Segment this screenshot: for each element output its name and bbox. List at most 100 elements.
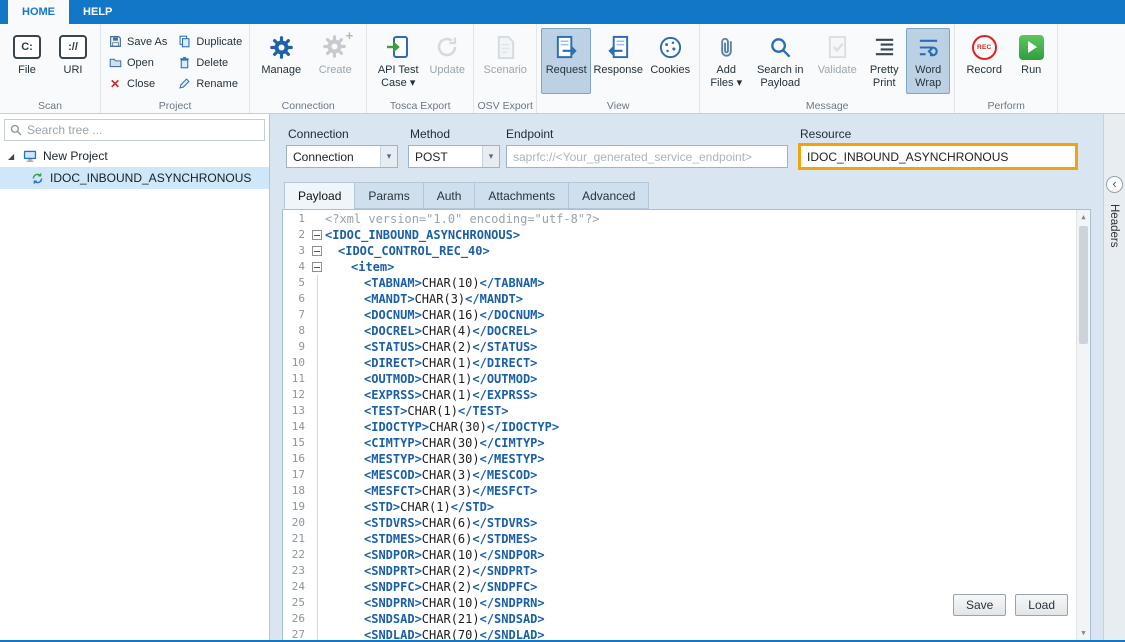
ribbon-group-project: Save As Open ✕ Close D xyxy=(101,24,250,113)
ribbon-tab-bar: HOME HELP xyxy=(0,0,1125,24)
scrollbar-thumb[interactable] xyxy=(1079,226,1088,344)
code-line: 3<IDOC_CONTROL_REC_40> xyxy=(283,243,1076,259)
code-line: 17<MESCOD>CHAR(3)</MESCOD> xyxy=(283,467,1076,483)
cookies-view-button[interactable]: Cookies xyxy=(645,28,695,94)
payload-actions: Save Load xyxy=(953,594,1068,616)
code-line: 11<OUTMOD>CHAR(1)</OUTMOD> xyxy=(283,371,1076,387)
tab-params[interactable]: Params xyxy=(354,182,423,209)
api-test-case-button[interactable]: API Test Case ▾ xyxy=(371,28,425,94)
headers-side-panel: ‹ Headers xyxy=(1103,114,1125,640)
tree-search-input[interactable] xyxy=(27,123,259,137)
line-number: 14 xyxy=(283,419,310,435)
drive-icon: C: xyxy=(13,32,41,62)
tab-auth[interactable]: Auth xyxy=(423,182,476,209)
scenario-document-icon xyxy=(493,32,518,62)
uri-icon: :// xyxy=(59,32,87,62)
uri-scan-button[interactable]: :// URI xyxy=(50,28,96,94)
line-number: 16 xyxy=(283,451,310,467)
method-select[interactable]: POST ▾ xyxy=(408,145,500,168)
record-button[interactable]: REC Record xyxy=(959,28,1009,94)
line-number: 8 xyxy=(283,323,310,339)
expand-headers-button[interactable]: ‹ xyxy=(1106,176,1123,193)
record-icon: REC xyxy=(972,32,997,62)
group-label-project: Project xyxy=(101,100,249,112)
pretty-print-icon xyxy=(872,32,897,62)
update-button[interactable]: Update xyxy=(425,28,469,94)
close-icon: ✕ xyxy=(108,77,122,91)
tab-attachments[interactable]: Attachments xyxy=(474,182,569,209)
ribbon-group-message: Add Files ▾ Search in Payload Validate P… xyxy=(700,24,955,113)
ribbon-group-connection: Manage + Create Connection xyxy=(250,24,367,113)
group-label-view: View xyxy=(537,100,699,112)
request-view-button[interactable]: Request xyxy=(541,28,591,94)
group-label-osv-export: OSV Export xyxy=(474,100,536,112)
resource-input[interactable] xyxy=(801,146,1075,167)
scroll-up-icon[interactable]: ▲ xyxy=(1077,210,1090,224)
open-button[interactable]: Open xyxy=(105,54,170,71)
api-export-icon xyxy=(385,32,411,62)
line-number: 11 xyxy=(283,371,310,387)
word-wrap-button[interactable]: Word Wrap xyxy=(906,28,950,94)
chevron-down-icon[interactable]: ▾ xyxy=(482,146,499,167)
duplicate-button[interactable]: Duplicate xyxy=(174,33,245,50)
tree-item-label: IDOC_INBOUND_ASYNCHRONOUS xyxy=(50,171,251,185)
line-number: 4 xyxy=(283,259,310,275)
group-label-tosca-export: Tosca Export xyxy=(367,100,473,112)
manage-connection-button[interactable]: Manage xyxy=(254,28,308,94)
code-line: 14<IDOCTYP>CHAR(30)</IDOCTYP> xyxy=(283,419,1076,435)
save-as-button[interactable]: Save As xyxy=(105,33,170,50)
tab-home[interactable]: HOME xyxy=(8,0,69,24)
line-number: 17 xyxy=(283,467,310,483)
line-number: 12 xyxy=(283,387,310,403)
request-panel: Connection Method Endpoint Resource Conn… xyxy=(270,114,1125,640)
load-payload-button[interactable]: Load xyxy=(1015,594,1068,616)
line-number: 1 xyxy=(283,211,310,227)
tab-help[interactable]: HELP xyxy=(69,0,126,24)
chevron-down-icon[interactable]: ▾ xyxy=(380,146,397,167)
project-icon xyxy=(23,149,37,163)
save-payload-button[interactable]: Save xyxy=(953,594,1006,616)
code-line: 5<TABNAM>CHAR(10)</TABNAM> xyxy=(283,275,1076,291)
tree-item-new-project[interactable]: ◢ New Project xyxy=(0,145,269,167)
line-number: 24 xyxy=(283,579,310,595)
project-tree-sidebar: ◢ New Project IDOC_INBOUND_ASYNCHRONOUS xyxy=(0,114,270,640)
pretty-print-button[interactable]: Pretty Print xyxy=(862,28,906,94)
tab-payload[interactable]: Payload xyxy=(284,182,355,209)
fold-collapse-icon[interactable] xyxy=(312,230,322,240)
fold-collapse-icon[interactable] xyxy=(312,246,322,256)
editor-vertical-scrollbar[interactable]: ▲ ▼ xyxy=(1076,210,1090,640)
line-number: 9 xyxy=(283,339,310,355)
code-line: 9<STATUS>CHAR(2)</STATUS> xyxy=(283,339,1076,355)
payload-editor[interactable]: 1<?xml version="1.0" encoding="utf-8"?>2… xyxy=(282,209,1091,640)
code-line: 2<IDOC_INBOUND_ASYNCHRONOUS> xyxy=(283,227,1076,243)
response-view-button[interactable]: Response xyxy=(591,28,645,94)
create-connection-button[interactable]: + Create xyxy=(308,28,362,94)
response-icon xyxy=(606,32,631,62)
endpoint-input[interactable] xyxy=(507,146,787,167)
code-line: 21<STDMES>CHAR(6)</STDMES> xyxy=(283,531,1076,547)
file-scan-button[interactable]: C: File xyxy=(4,28,50,94)
headers-panel-tab[interactable]: Headers xyxy=(1108,204,1120,247)
endpoint-label: Endpoint xyxy=(506,127,553,141)
run-button[interactable]: Run xyxy=(1009,28,1053,94)
code-line: 12<EXPRSS>CHAR(1)</EXPRSS> xyxy=(283,387,1076,403)
paperclip-icon xyxy=(714,32,739,62)
delete-button[interactable]: Delete xyxy=(174,54,245,71)
close-button[interactable]: ✕ Close xyxy=(105,75,170,92)
code-line: 7<DOCNUM>CHAR(16)</DOCNUM> xyxy=(283,307,1076,323)
tree-item-label: New Project xyxy=(43,149,108,163)
connection-select[interactable]: Connection ▾ xyxy=(286,145,398,168)
search-in-payload-button[interactable]: Search in Payload xyxy=(748,28,812,94)
tree-item-idoc-inbound-asynchronous[interactable]: IDOC_INBOUND_ASYNCHRONOUS xyxy=(0,167,269,189)
line-number: 15 xyxy=(283,435,310,451)
line-number: 18 xyxy=(283,483,310,499)
code-line: 6<MANDT>CHAR(3)</MANDT> xyxy=(283,291,1076,307)
rename-button[interactable]: Rename xyxy=(174,75,245,92)
scenario-button[interactable]: Scenario xyxy=(478,28,532,94)
scroll-down-icon[interactable]: ▼ xyxy=(1077,626,1090,640)
add-files-button[interactable]: Add Files ▾ xyxy=(704,28,748,94)
tab-advanced[interactable]: Advanced xyxy=(568,182,649,209)
fold-collapse-icon[interactable] xyxy=(312,262,322,272)
tree-expanded-icon[interactable]: ◢ xyxy=(8,152,17,161)
validate-button[interactable]: Validate xyxy=(812,28,862,94)
